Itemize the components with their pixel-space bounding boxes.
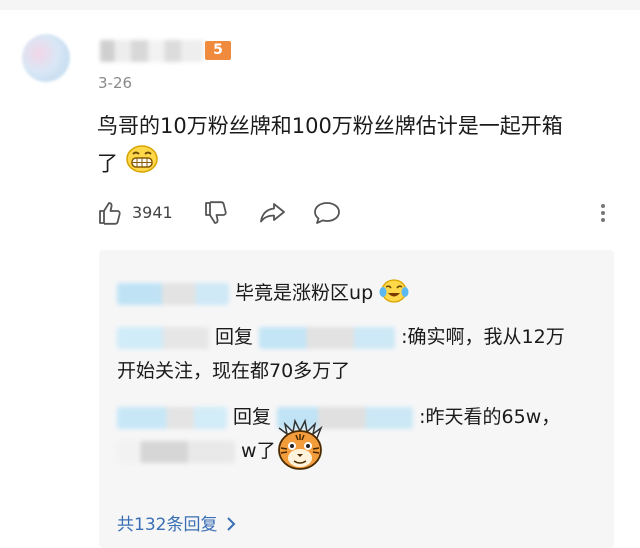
chevron-right-icon bbox=[223, 515, 239, 535]
more-vertical-icon[interactable] bbox=[596, 199, 610, 231]
comment-actions: 3941 bbox=[96, 199, 626, 227]
reply-text-line-1: :确实啊，我从12万 bbox=[401, 326, 565, 348]
reply-text-line-1: :昨天看的65w， bbox=[419, 406, 561, 428]
comment-date: 3-26 bbox=[98, 74, 133, 92]
reply-text-line-2: 开始关注，现在都70多万了 bbox=[117, 360, 351, 382]
reply-target-blurred[interactable] bbox=[259, 326, 396, 349]
reply-author-blurred[interactable] bbox=[117, 406, 227, 429]
thumbs-down-icon[interactable] bbox=[202, 199, 230, 231]
reply-item[interactable]: 回复 :昨天看的65w， bbox=[117, 402, 560, 429]
reply-label: 回复 bbox=[233, 406, 272, 428]
avatar[interactable] bbox=[22, 34, 70, 82]
comment-text-line-1: 鸟哥的10万粉丝牌和100万粉丝牌估计是一起开箱 bbox=[97, 114, 563, 138]
replies-panel: 毕竟是涨粉区up 回复 :确实啊，我从12万 开始关注，现在都70多万了 回复 … bbox=[99, 250, 614, 548]
crying-laughing-emoji-icon bbox=[379, 277, 409, 310]
username-blurred[interactable] bbox=[100, 40, 204, 62]
view-more-replies-link[interactable]: 共132条回复 bbox=[117, 510, 239, 535]
tiger-face-emoji-icon bbox=[271, 418, 329, 478]
comment-text: 鸟哥的10万粉丝牌和100万粉丝牌估计是一起开箱 了 bbox=[97, 108, 617, 185]
reply-text: 毕竟是涨粉区up bbox=[235, 282, 374, 304]
more-replies-label: 共132条回复 bbox=[117, 515, 218, 535]
top-divider bbox=[0, 0, 640, 10]
reply-label: 回复 bbox=[215, 326, 254, 348]
reply-author-blurred[interactable] bbox=[117, 282, 229, 305]
comment-text-line-2: 了 bbox=[97, 151, 118, 176]
share-icon[interactable] bbox=[257, 199, 287, 231]
like-count: 3941 bbox=[132, 203, 173, 222]
reply-author-blurred[interactable] bbox=[117, 326, 209, 349]
reply-continuation: w了 bbox=[117, 436, 276, 463]
reply-item[interactable]: 毕竟是涨粉区up bbox=[117, 277, 409, 310]
reply-item[interactable]: 回复 :确实啊，我从12万 bbox=[117, 322, 565, 349]
comment-bubble-icon[interactable] bbox=[312, 199, 342, 231]
level-badge: 5 bbox=[205, 41, 231, 60]
grinning-emoji-icon bbox=[125, 144, 159, 185]
reply-text-blurred bbox=[117, 440, 235, 463]
thumbs-up-icon[interactable] bbox=[96, 199, 124, 231]
